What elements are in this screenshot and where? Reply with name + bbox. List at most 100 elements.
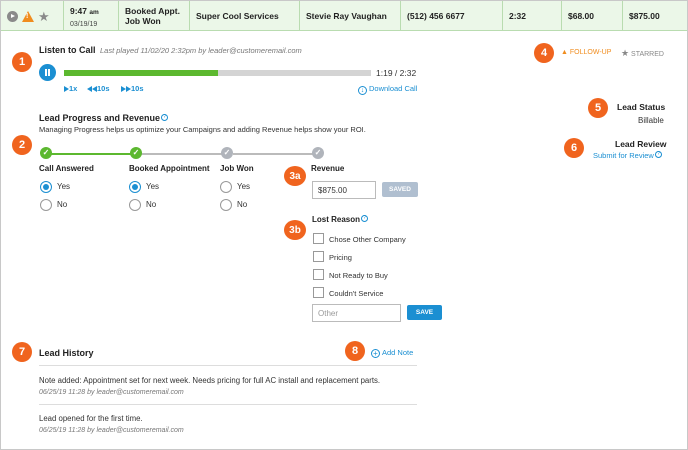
step-connector-2 [140,153,226,155]
submit-for-review-link[interactable]: Submit for Review? [593,151,662,160]
lead-row-icons: ! ★ [1,1,63,31]
revenue-small-cell: $68.00 [561,1,622,31]
callout-badge-5: 5 [588,98,608,118]
lost-reason-save-button[interactable]: SAVE [407,305,442,320]
submit-for-review-label: Submit for Review [593,151,654,160]
lost-reason-title-label: Lost Reason [312,215,361,224]
lost-reason-checkbox-couldnt-service[interactable] [313,287,324,298]
warning-icon: ! [22,10,34,22]
duration-cell: 2:32 [502,1,561,31]
lead-history-title: Lead History [39,348,94,358]
progress-description: Managing Progress helps us optimize your… [39,125,366,134]
audio-progress-track[interactable] [64,70,371,76]
step-label-call-answered: Call Answered [39,164,94,173]
star-icon[interactable]: ★ [38,10,50,23]
callout-badge-3a: 3a [284,166,306,186]
call-answered-yes-radio[interactable] [40,181,52,193]
help-icon: ? [654,151,662,158]
warning-icon: ▲ [561,49,568,56]
history-entry-text: Lead opened for the first time. [39,414,143,423]
lost-reason-title: Lost Reason? [312,215,369,224]
call-answered-yes-label: Yes [57,182,71,191]
help-icon: ? [361,215,369,222]
download-icon: ↓ [358,86,367,95]
job-won-no-radio[interactable] [220,199,232,211]
speed-control[interactable]: 1x [64,84,77,93]
booked-appointment-yes-label: Yes [146,182,160,191]
lost-reason-label-other-company: Chose Other Company [329,235,406,244]
booked-appointment-yes-radio[interactable] [129,181,141,193]
download-call-link[interactable]: ↓ Download Call [358,84,417,95]
step-label-job-won: Job Won [220,164,254,173]
saved-button[interactable]: SAVED [382,182,418,197]
status-line-1: Booked Appt. [125,6,180,16]
call-answered-no-label: No [57,200,68,209]
job-won-yes-radio[interactable] [220,181,232,193]
rewind-label: 10s [97,84,110,93]
booked-appointment-no-radio[interactable] [129,199,141,211]
follow-up-flag[interactable]: ▲ FOLLOW-UP [561,49,611,56]
history-entry-meta: 06/25/19 11:28 by leader@customeremail.c… [39,389,184,396]
date-value: 03/19/19 [70,21,98,28]
revenue-input[interactable]: $875.00 [312,181,376,199]
download-label: Download Call [369,84,418,93]
revenue-total-cell: $875.00 [622,1,687,31]
job-won-no-label: No [237,200,248,209]
star-icon: ★ [621,48,630,58]
callout-badge-6: 6 [564,138,584,158]
pause-button[interactable] [39,64,56,81]
callout-badge-4: 4 [534,43,554,63]
play-icon[interactable] [7,10,18,22]
add-note-label: Add Note [382,348,414,357]
rewind-button[interactable]: 10s [87,84,110,93]
step-label-revenue: Revenue [311,164,345,173]
forward-label: 10s [131,84,144,93]
last-played: Last played 11/02/20 2:32pm by leader@cu… [100,46,302,55]
history-entry-meta: 06/25/19 11:28 by leader@customeremail.c… [39,427,184,434]
starred-label: STARRED [631,51,664,58]
lead-status-title: Lead Status [617,102,666,112]
lost-reason-checkbox-not-ready[interactable] [313,269,324,280]
time-value: 9:47 [70,6,88,16]
plus-icon: + [371,349,380,358]
follow-up-label: FOLLOW-UP [569,49,612,56]
starred-flag[interactable]: ★ STARRED [621,48,664,59]
status-line-2: Job Won [125,16,161,26]
lead-status-cell: Booked Appt. Job Won [118,1,189,31]
history-entry-text: Note added: Appointment set for next wee… [39,376,381,385]
listen-title: Listen to Call [39,45,96,55]
step-label-booked-appointment: Booked Appointment [129,164,210,173]
add-note-link[interactable]: + Add Note [371,348,413,358]
step-dot-job-won: ✓ [221,147,233,159]
callout-badge-7: 7 [12,342,32,362]
contact-cell: Stevie Ray Vaughan [299,1,400,31]
speed-label: 1x [69,84,78,93]
forward-button[interactable]: 10s [121,84,144,93]
job-won-yes-label: Yes [237,182,251,191]
lost-reason-label-not-ready: Not Ready to Buy [329,271,388,280]
step-dot-revenue: ✓ [312,147,324,159]
history-divider [39,404,417,405]
progress-title: Lead Progress and Revenue? [39,113,169,123]
step-dot-call-answered: ✓ [40,147,52,159]
lost-reason-other-input[interactable]: Other [312,304,401,322]
lost-reason-label-couldnt-service: Couldn't Service [329,289,384,298]
history-divider [39,365,417,366]
callout-badge-1: 1 [12,52,32,72]
step-connector-3 [233,153,316,155]
callout-badge-8: 8 [345,341,365,361]
booked-appointment-no-label: No [146,200,157,209]
callout-badge-3b: 3b [284,220,306,240]
lead-status-value: Billable [638,116,664,125]
lead-row[interactable]: ! ★ 9:47 am 03/19/19 Booked Appt. Job Wo… [1,1,687,31]
lost-reason-checkbox-pricing[interactable] [313,251,324,262]
step-dot-booked-appointment: ✓ [130,147,142,159]
phone-cell: (512) 456 6677 [400,1,502,31]
company-cell: Super Cool Services [189,1,299,31]
lost-reason-checkbox-other-company[interactable] [313,233,324,244]
lost-reason-label-pricing: Pricing [329,253,352,262]
call-answered-no-radio[interactable] [40,199,52,211]
lead-review-title: Lead Review [615,139,667,149]
callout-badge-2: 2 [12,135,32,155]
step-connector-1 [49,153,132,155]
